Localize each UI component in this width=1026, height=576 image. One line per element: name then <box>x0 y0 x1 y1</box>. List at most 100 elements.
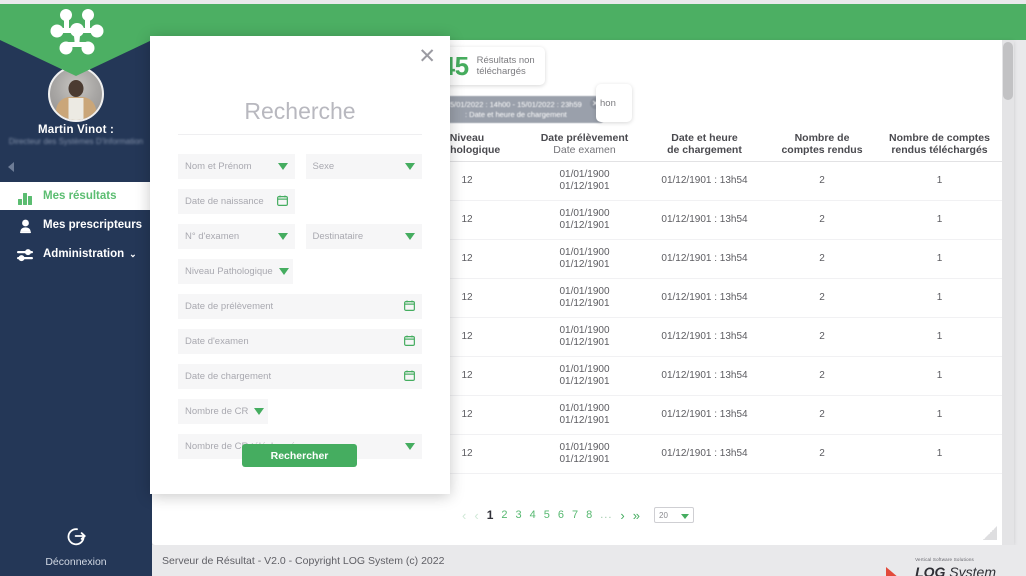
field-date-prelevement[interactable]: Date de prélèvement <box>178 294 422 319</box>
scrollbar-track[interactable] <box>1002 40 1014 545</box>
chevron-down-icon <box>277 163 288 170</box>
calendar-icon[interactable] <box>404 370 415 384</box>
sidebar-item-mes-resultats[interactable]: Mes résultats <box>0 182 152 210</box>
calendar-icon[interactable] <box>404 300 415 314</box>
field-date-naissance[interactable]: Date de naissance <box>178 189 295 214</box>
cell-dates-prelevement: 01/01/1900 01/12/1901 <box>559 364 610 387</box>
cell-dates-prelevement: 01/01/1900 01/12/1901 <box>559 247 610 270</box>
col-header-date-chargement[interactable]: Date et heure de chargement <box>642 132 767 156</box>
chevron-down-icon[interactable]: ⌄ <box>129 249 137 260</box>
pagination-page-7[interactable]: 7 <box>570 509 580 521</box>
stat-label: Résultats non téléchargés <box>476 55 535 77</box>
sidebar: Martin Vinot : Directeur des Systèmes D'… <box>0 4 152 576</box>
page-size-value: 20 <box>659 511 668 520</box>
scrollbar-thumb[interactable] <box>1003 42 1013 100</box>
cell-nombre-cr-telecharges: 1 <box>936 409 943 420</box>
page-size-select[interactable]: 20 <box>654 507 694 523</box>
logout-button[interactable]: Déconnexion <box>0 524 152 568</box>
footer-copyright: Serveur de Résultat - V2.0 - Copyright L… <box>162 554 445 567</box>
pagination-page-1[interactable]: 1 <box>485 508 496 522</box>
col-header-nombre-comptes-rendus-telecharges[interactable]: Nombre de comptes rendus téléchargés <box>877 132 1002 156</box>
sidebar-item-mes-prescripteurs[interactable]: Mes prescripteurs <box>0 211 152 239</box>
pagination-page-8[interactable]: 8 <box>584 509 594 521</box>
top-green-band <box>0 4 1026 40</box>
cell-nombre-cr-telecharges: 1 <box>936 292 943 303</box>
molecule-logo-icon <box>50 9 104 55</box>
modal-divider <box>178 134 422 135</box>
search-submit-button[interactable]: Rechercher <box>242 444 357 467</box>
close-icon[interactable]: ✕ <box>418 46 436 67</box>
pagination-page-2[interactable]: 2 <box>499 509 509 521</box>
stat-card-partially-hidden: hon <box>596 84 632 122</box>
field-num-examen[interactable]: N° d'examen <box>178 224 295 249</box>
field-sexe[interactable]: Sexe <box>305 154 422 179</box>
sidebar-collapse-icon[interactable] <box>8 162 14 172</box>
log-system-logo: Vertical Software Solutions LOG System <box>886 549 996 576</box>
field-nombre-cr[interactable]: Nombre de CR <box>178 399 269 424</box>
cell-date-chargement: 01/12/1901 : 13h54 <box>661 292 748 303</box>
cell-date-chargement: 01/12/1901 : 13h54 <box>661 448 748 459</box>
pagination-page-4[interactable]: 4 <box>528 509 538 521</box>
bar-chart-icon <box>14 187 36 205</box>
cell-nombre-cr-telecharges: 1 <box>936 214 943 225</box>
chevron-down-icon <box>254 408 265 415</box>
cell-dates-prelevement: 01/01/1900 01/12/1901 <box>559 286 610 309</box>
calendar-icon[interactable] <box>276 195 288 209</box>
field-date-examen[interactable]: Date d'examen <box>178 329 422 354</box>
cell-nombre-cr-telecharges: 1 <box>936 448 943 459</box>
logout-icon <box>67 528 86 546</box>
pagination: ‹ ‹ 1 2 3 4 5 6 7 8 ... › » 20 <box>152 507 1002 523</box>
col-header-nombre-comptes-rendus[interactable]: Nombre de comptes rendus <box>767 132 877 156</box>
pagination-first[interactable]: ‹ <box>460 508 468 523</box>
cell-nombre-cr: 2 <box>819 370 825 381</box>
search-form: Nom et Prénom Sexe Date de naissance N° … <box>178 154 422 469</box>
calendar-icon[interactable] <box>404 335 415 349</box>
chevron-down-icon <box>405 443 415 450</box>
cell-date-chargement: 01/12/1901 : 13h54 <box>661 214 748 225</box>
cell-nombre-cr: 2 <box>819 175 825 186</box>
pagination-page-3[interactable]: 3 <box>514 509 524 521</box>
cell-dates-prelevement: 01/01/1900 01/12/1901 <box>559 442 610 465</box>
logout-label: Déconnexion <box>45 556 107 568</box>
resize-handle[interactable] <box>983 526 997 540</box>
chevron-down-icon <box>278 268 289 275</box>
pagination-prev[interactable]: ‹ <box>472 508 480 523</box>
cell-date-chargement: 01/12/1901 : 13h54 <box>661 331 748 342</box>
cell-nombre-cr: 2 <box>819 253 825 264</box>
cell-nombre-cr: 2 <box>819 214 825 225</box>
cell-date-chargement: 01/12/1901 : 13h54 <box>661 175 748 186</box>
cell-dates-prelevement: 01/01/1900 01/12/1901 <box>559 403 610 426</box>
cell-date-chargement: 01/12/1901 : 13h54 <box>661 409 748 420</box>
logo-name-rest: System <box>945 564 996 576</box>
cell-nombre-cr-telecharges: 1 <box>936 175 943 186</box>
cell-date-chargement: 01/12/1901 : 13h54 <box>661 253 748 264</box>
user-role: Directeur des Systèmes D'Information <box>8 137 144 146</box>
user-pin-icon <box>14 216 36 234</box>
field-niveau-pathologique[interactable]: Niveau Pathologique <box>178 259 293 284</box>
pagination-page-6[interactable]: 6 <box>556 509 566 521</box>
pagination-last[interactable]: » <box>631 508 642 523</box>
sidebar-item-label: Mes prescripteurs <box>43 219 143 231</box>
logo-tagline: Vertical Software Solutions <box>915 557 975 562</box>
cell-nombre-cr: 2 <box>819 409 825 420</box>
sidebar-item-administration[interactable]: Administration ⌄ <box>0 240 152 268</box>
filter-chip-line1: 5/01/2022 : 14h00 - 15/01/2022 : 23h59 <box>450 100 582 109</box>
pagination-next[interactable]: › <box>618 508 626 523</box>
chevron-down-icon <box>277 233 288 240</box>
chevron-down-icon <box>681 514 689 519</box>
field-nom-prenom[interactable]: Nom et Prénom <box>178 154 295 179</box>
pagination-page-5[interactable]: 5 <box>542 509 552 521</box>
field-date-chargement[interactable]: Date de chargement <box>178 364 422 389</box>
col-header-date-prelevement[interactable]: Date prélèvement Date examen <box>527 132 642 156</box>
app-root: Martin Vinot : Directeur des Systèmes D'… <box>0 0 1026 576</box>
sidebar-item-label: Mes résultats <box>43 190 117 202</box>
active-filter-chip[interactable]: 5/01/2022 : 14h00 - 15/01/2022 : 23h59 :… <box>442 96 604 123</box>
sidebar-nav: Mes résultats Mes prescripteurs Administ… <box>0 182 152 268</box>
cell-nombre-cr-telecharges: 1 <box>936 331 943 342</box>
field-destinataire[interactable]: Destinataire <box>305 224 422 249</box>
cell-dates-prelevement: 01/01/1900 01/12/1901 <box>559 325 610 348</box>
sidebar-item-label: Administration <box>43 248 125 260</box>
cell-dates-prelevement: 01/01/1900 01/12/1901 <box>559 208 610 231</box>
cell-dates-prelevement: 01/01/1900 01/12/1901 <box>559 169 610 192</box>
cell-nombre-cr: 2 <box>819 448 825 459</box>
